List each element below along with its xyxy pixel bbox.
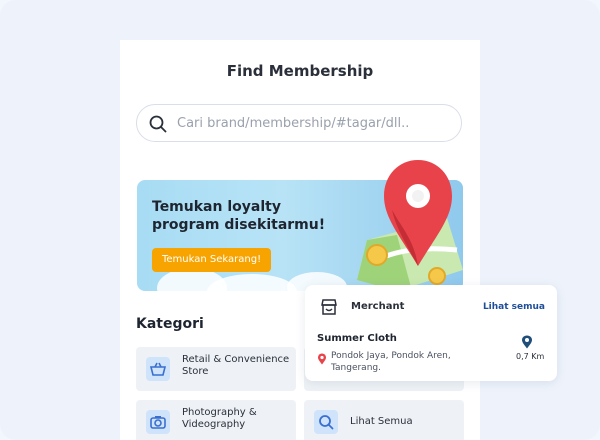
search-icon bbox=[314, 410, 338, 434]
location-icon bbox=[318, 353, 326, 365]
merchant-address: Pondok Jaya, Pondok Aren, Tangerang. bbox=[331, 351, 451, 373]
store-icon bbox=[321, 299, 337, 315]
category-photography[interactable]: Photography & Videography bbox=[136, 400, 296, 440]
merchant-header-label: Merchant bbox=[351, 301, 405, 312]
search-input[interactable]: Cari brand/membership/#tagar/dll.. bbox=[177, 116, 409, 131]
merchant-card[interactable]: Merchant Lihat semua Summer Cloth Pondok… bbox=[305, 285, 557, 381]
search-bar[interactable]: Cari brand/membership/#tagar/dll.. bbox=[136, 104, 462, 142]
camera-icon bbox=[146, 410, 170, 434]
see-all-link[interactable]: Lihat semua bbox=[483, 302, 545, 312]
banner-heading: Temukan loyalty program disekitarmu! bbox=[152, 199, 326, 233]
background-frame: Find Membership Cari brand/membership/#t… bbox=[0, 0, 600, 440]
merchant-name: Summer Cloth bbox=[317, 333, 397, 344]
search-icon bbox=[149, 115, 167, 133]
category-label: Retail & Convenience Store bbox=[182, 354, 290, 377]
category-label: Lihat Semua bbox=[350, 416, 413, 427]
merchant-distance: 0,7 Km bbox=[516, 352, 545, 361]
map-pin-icon bbox=[522, 335, 532, 349]
category-retail[interactable]: Retail & Convenience Store bbox=[136, 347, 296, 391]
category-title: Kategori bbox=[136, 316, 204, 332]
location-pin-icon bbox=[384, 160, 452, 266]
page-title: Find Membership bbox=[226, 62, 374, 80]
basket-icon bbox=[146, 357, 170, 381]
category-see-all[interactable]: Lihat Semua bbox=[304, 400, 464, 440]
find-now-button[interactable]: Temukan Sekarang! bbox=[152, 248, 272, 272]
category-label: Photography & Videography bbox=[182, 407, 257, 430]
